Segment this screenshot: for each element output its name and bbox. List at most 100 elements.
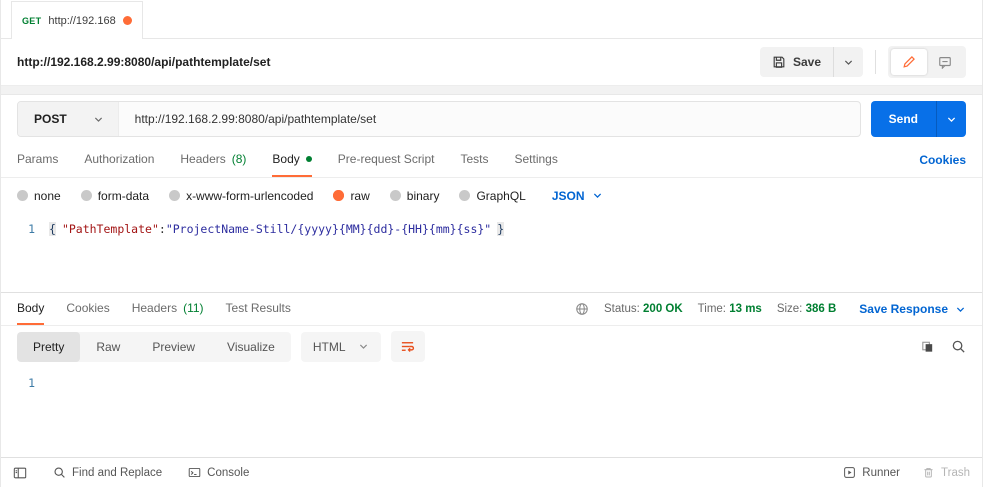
tab-strip: GET http://192.168..	[1, 0, 982, 39]
save-options-button[interactable]	[833, 47, 863, 77]
response-body-viewer[interactable]: 1	[1, 367, 982, 457]
format-value: HTML	[313, 340, 346, 354]
body-type-raw[interactable]: raw	[333, 189, 369, 203]
size-value: 386 B	[806, 303, 837, 315]
radio-icon	[390, 190, 401, 201]
edit-mode-button[interactable]	[891, 49, 927, 75]
pencil-icon	[902, 55, 916, 69]
tab-params[interactable]: Params	[17, 143, 58, 177]
body-type-graphql[interactable]: GraphQL	[459, 189, 525, 203]
body-type-row: none form-data x-www-form-urlencoded raw…	[1, 178, 982, 213]
radio-icon	[17, 190, 28, 201]
tab-title: http://192.168..	[48, 15, 116, 27]
divider	[875, 50, 876, 74]
radio-icon	[81, 190, 92, 201]
request-tabs: Params Authorization Headers(8) Body Pre…	[17, 143, 919, 177]
console-icon	[188, 466, 201, 479]
request-builder-row: POST http://192.168.2.99:8080/api/pathte…	[1, 95, 982, 143]
chevron-down-icon	[946, 114, 957, 125]
url-input[interactable]: http://192.168.2.99:8080/api/pathtemplat…	[118, 102, 860, 136]
find-and-replace-button[interactable]: Find and Replace	[53, 466, 162, 479]
chevron-down-icon	[843, 57, 854, 68]
request-body-editor[interactable]: 1 {"PathTemplate":"ProjectName-Still/{yy…	[1, 213, 982, 293]
comment-icon	[938, 55, 952, 69]
language-value: JSON	[552, 189, 585, 203]
tab-headers[interactable]: Headers(8)	[180, 143, 246, 177]
network-globe-icon[interactable]	[575, 302, 589, 316]
line-number: 1	[1, 222, 49, 236]
runner-icon	[843, 466, 856, 479]
format-dropdown[interactable]: HTML	[301, 332, 381, 362]
body-has-content-dot	[306, 156, 312, 162]
tab-authorization[interactable]: Authorization	[84, 143, 154, 177]
request-title-row: http://192.168.2.99:8080/api/pathtemplat…	[1, 39, 982, 86]
console-button[interactable]: Console	[188, 466, 249, 479]
url-control: POST http://192.168.2.99:8080/api/pathte…	[17, 101, 861, 137]
status-pair: Status: 200 OK	[604, 303, 683, 315]
chevron-down-icon	[358, 341, 369, 352]
runner-button[interactable]: Runner	[843, 466, 900, 479]
request-tab[interactable]: GET http://192.168..	[11, 1, 143, 39]
view-tab-pretty[interactable]: Pretty	[17, 332, 80, 362]
time-pair: Time: 13 ms	[698, 303, 762, 315]
unsaved-changes-dot	[123, 16, 132, 25]
method-dropdown[interactable]: POST	[18, 102, 118, 136]
view-tab-raw[interactable]: Raw	[80, 332, 136, 362]
response-headers-count: (11)	[183, 301, 203, 315]
radio-icon	[169, 190, 180, 201]
tab-method-label: GET	[22, 16, 41, 26]
chevron-down-icon	[592, 190, 603, 201]
send-options-button[interactable]	[936, 101, 966, 137]
language-dropdown[interactable]: JSON	[552, 189, 603, 203]
save-button[interactable]: Save	[760, 47, 833, 77]
response-tab-body[interactable]: Body	[17, 293, 44, 325]
radio-icon	[459, 190, 470, 201]
status-value: 200 OK	[643, 303, 683, 315]
status-bar: Find and Replace Console Runner Trash	[1, 457, 982, 487]
radio-selected-icon	[333, 190, 344, 201]
response-line-number: 1	[1, 376, 49, 390]
send-button[interactable]: Send	[871, 101, 936, 137]
tab-body[interactable]: Body	[272, 143, 311, 177]
response-tab-test-results[interactable]: Test Results	[226, 293, 291, 325]
time-value: 13 ms	[729, 303, 762, 315]
response-view-row: Pretty Raw Preview Visualize HTML	[1, 326, 982, 367]
trash-icon	[922, 466, 935, 479]
cookies-link[interactable]: Cookies	[919, 143, 966, 177]
response-tabs: Body Cookies Headers(11) Test Results	[17, 293, 575, 325]
chevron-down-icon	[93, 114, 104, 125]
body-type-form-data[interactable]: form-data	[81, 189, 149, 203]
app-window: GET http://192.168.. http://192.168.2.99…	[0, 0, 983, 487]
wrap-text-button[interactable]	[391, 331, 425, 362]
request-tabs-row: Params Authorization Headers(8) Body Pre…	[1, 143, 982, 178]
response-tab-headers[interactable]: Headers(11)	[132, 293, 204, 325]
trash-button[interactable]: Trash	[922, 466, 970, 479]
body-type-binary[interactable]: binary	[390, 189, 440, 203]
chevron-down-icon	[955, 304, 966, 315]
tab-pre-request-script[interactable]: Pre-request Script	[338, 143, 435, 177]
wrap-text-icon	[400, 339, 415, 354]
body-type-none[interactable]: none	[17, 189, 61, 203]
toggle-sidebar-icon[interactable]	[13, 466, 27, 480]
method-value: POST	[34, 112, 67, 126]
response-tab-cookies[interactable]: Cookies	[66, 293, 109, 325]
copy-icon[interactable]	[920, 339, 935, 354]
response-actions	[920, 339, 966, 354]
view-tab-visualize[interactable]: Visualize	[211, 332, 291, 362]
request-name: http://192.168.2.99:8080/api/pathtemplat…	[17, 55, 760, 69]
save-icon	[772, 55, 786, 69]
tab-tests[interactable]: Tests	[460, 143, 488, 177]
title-actions: Save	[760, 46, 966, 78]
view-tab-preview[interactable]: Preview	[136, 332, 211, 362]
section-spacer	[1, 86, 982, 95]
search-icon[interactable]	[951, 339, 966, 354]
code-line: 1 {"PathTemplate":"ProjectName-Still/{yy…	[1, 222, 982, 236]
size-pair: Size: 386 B	[777, 303, 836, 315]
save-button-label: Save	[793, 55, 821, 69]
comment-mode-button[interactable]	[927, 49, 963, 75]
save-button-group: Save	[760, 47, 863, 77]
response-view-tabs: Pretty Raw Preview Visualize	[17, 332, 291, 362]
save-response-button[interactable]: Save Response	[859, 302, 966, 316]
tab-settings[interactable]: Settings	[515, 143, 558, 177]
body-type-urlencoded[interactable]: x-www-form-urlencoded	[169, 189, 313, 203]
